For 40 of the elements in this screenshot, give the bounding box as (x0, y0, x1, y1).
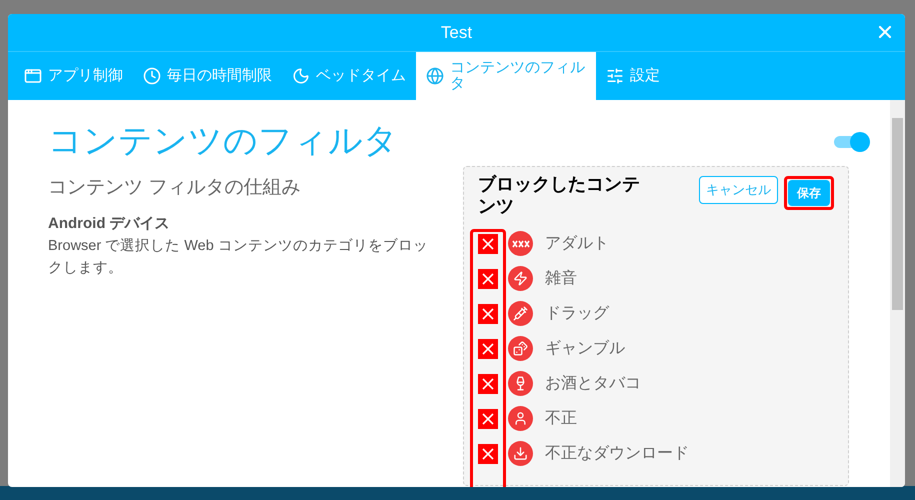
block-checkbox[interactable] (478, 444, 498, 464)
scrollbar-thumb[interactable] (892, 118, 903, 310)
tab[interactable]: 毎日の時間制限 (133, 52, 282, 100)
section-subtitle: コンテンツ フィルタの仕組み (48, 176, 302, 200)
category-label: 雑音 (545, 268, 577, 288)
device-label: Android デバイス (48, 214, 171, 234)
globe-icon (426, 67, 444, 85)
clock-icon (143, 67, 161, 85)
download-icon (513, 446, 528, 461)
save-button[interactable]: 保存 (788, 180, 830, 206)
xxx-icon (512, 240, 530, 248)
block-checkbox[interactable] (478, 304, 498, 324)
moon-icon (292, 67, 310, 85)
syringe-icon (513, 306, 528, 321)
block-checkbox[interactable] (478, 268, 498, 288)
panel-title: ブロックしたコンテンツ (478, 173, 641, 217)
tab[interactable]: 設定 (596, 52, 670, 100)
window-title: Test (440, 22, 472, 44)
dice-icon (513, 341, 528, 356)
category-label: 不正 (545, 408, 577, 428)
page-title: コンテンツのフィルタ (48, 121, 398, 162)
description: Browser で選択した Web コンテンツのカテゴリをブロックします。 (48, 237, 429, 278)
scrollbar[interactable] (890, 100, 905, 487)
block-checkbox[interactable] (478, 234, 498, 254)
category-label: アダルト (545, 234, 609, 254)
category-label: ギャンブル (545, 338, 625, 358)
person-icon (513, 411, 528, 426)
tab[interactable]: コンテンツのフィルタ (416, 52, 596, 100)
block-checkbox[interactable] (478, 408, 498, 428)
category-label: 不正なダウンロード (545, 444, 689, 464)
category-label: お酒とタバコ (545, 374, 641, 394)
sliders-icon (606, 67, 624, 85)
block-checkbox[interactable] (478, 338, 498, 358)
block-checkbox[interactable] (478, 374, 498, 394)
category-label: ドラッグ (545, 304, 609, 324)
lightning-icon (513, 271, 528, 286)
cancel-button[interactable]: キャンセル (699, 176, 778, 204)
tab[interactable]: アプリ制御 (14, 52, 133, 100)
tab[interactable]: ベッドタイム (282, 52, 416, 100)
app-icon (24, 67, 42, 85)
